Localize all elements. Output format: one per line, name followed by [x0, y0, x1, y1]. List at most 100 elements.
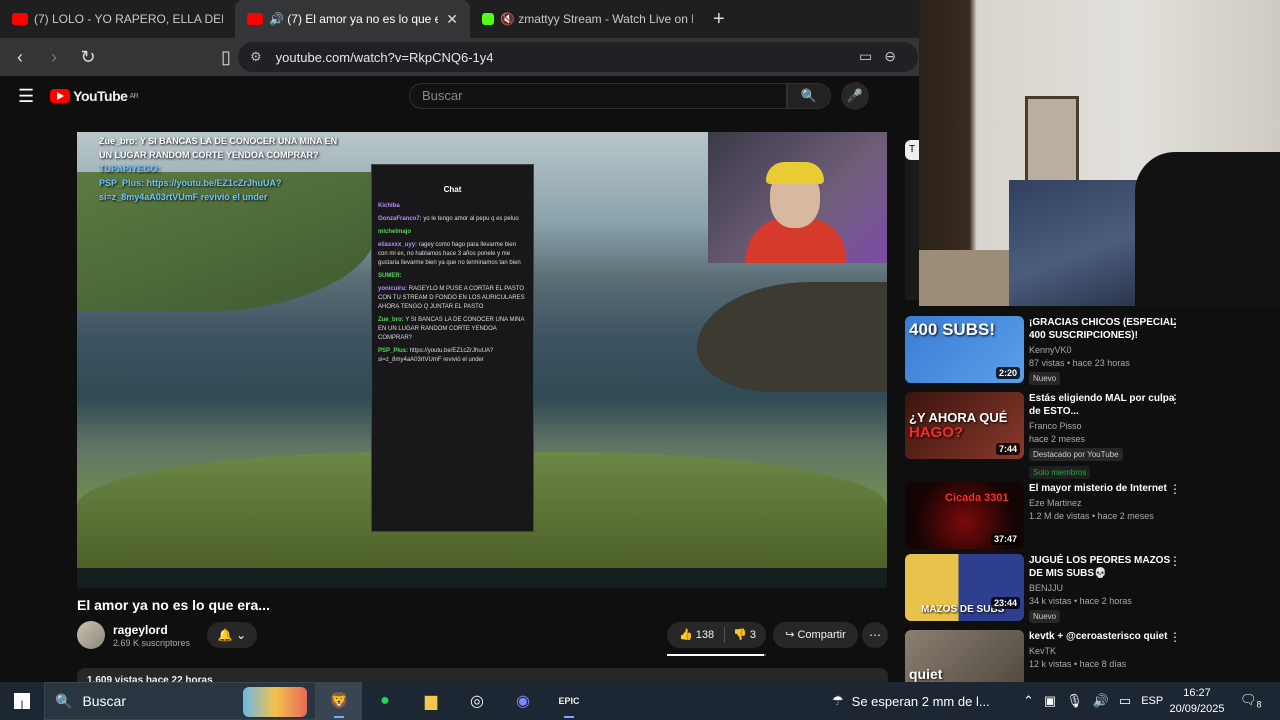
- bookmark-icon[interactable]: ▯: [212, 47, 240, 68]
- video-meta: hace 2 meses: [1029, 434, 1086, 444]
- duration-badge: 37:47: [990, 533, 1020, 545]
- browser-tab-1[interactable]: (7) LOLO - YO RAPERO, ELLA DELANT: [0, 0, 235, 38]
- chat-message: Kichiba: [378, 203, 400, 209]
- stream-taskbar: [77, 568, 887, 588]
- subscribed-bell-button[interactable]: 🔔 ⌄: [207, 622, 257, 648]
- clock[interactable]: 16:27 20/09/2025: [1164, 685, 1230, 717]
- channel-name[interactable]: KevTK: [1029, 646, 1184, 656]
- obs-icon[interactable]: ◎: [454, 682, 500, 720]
- chat-message: michelmajo: [378, 229, 412, 235]
- brave-browser-icon[interactable]: 🦁: [316, 682, 362, 720]
- site-info-icon[interactable]: ⚙: [250, 49, 262, 65]
- taskbar-search[interactable]: 🔍 Buscar: [44, 682, 316, 720]
- members-only-badge: Solo miembros: [1029, 466, 1091, 479]
- like-button[interactable]: 👍 138: [667, 627, 726, 643]
- channel-name[interactable]: BENJJU: [1029, 583, 1184, 593]
- video-thumbnail[interactable]: quiet: [905, 630, 1024, 682]
- mic-icon[interactable]: 🎙: [1066, 693, 1083, 709]
- discord-icon[interactable]: ◉: [500, 682, 546, 720]
- list-item[interactable]: Cicada 3301 37:47 El mayor misterio de I…: [905, 482, 1275, 550]
- featured-badge: Destacado por YouTube: [1029, 448, 1123, 461]
- weather-widget[interactable]: ☂ Se esperan 2 mm de l...: [832, 682, 990, 720]
- more-options-icon[interactable]: ⋮: [1169, 316, 1181, 330]
- browser-tab-3[interactable]: 🔇 zmattyy Stream - Watch Live on K: [470, 0, 705, 38]
- windows-taskbar: 🔍 Buscar 🦁 ● ▆ ◎ ◉ EPIC ☂ Se esperan 2 m…: [0, 682, 1280, 720]
- voice-search-button[interactable]: 🎤: [841, 82, 869, 110]
- more-options-icon[interactable]: ⋮: [1169, 482, 1181, 496]
- search-button[interactable]: 🔍: [787, 83, 831, 109]
- notification-icon[interactable]: 🗨8: [1240, 692, 1262, 710]
- chevron-up-icon[interactable]: ⌃: [1023, 693, 1034, 709]
- more-options-icon[interactable]: ⋮: [1169, 554, 1181, 568]
- close-tab-icon[interactable]: ✕: [446, 11, 458, 28]
- menu-icon[interactable]: ☰: [18, 86, 34, 107]
- channel-name[interactable]: Franco Pisso: [1029, 421, 1184, 431]
- video-meta: 34 k vistas • hace 2 horas: [1029, 596, 1132, 606]
- list-item[interactable]: 400 SUBS! 2:20 ¡GRACIAS CHICOS (ESPECIAL…: [905, 316, 1275, 385]
- language-indicator[interactable]: ESP: [1141, 695, 1163, 707]
- video-player[interactable]: Zue_bro: Y SI BANCAS LA DE CONOCER UNA M…: [77, 132, 887, 588]
- video-thumbnail[interactable]: Cicada 3301 37:47: [905, 482, 1024, 549]
- dislike-button[interactable]: 👎 3: [725, 627, 764, 643]
- spotify-icon[interactable]: ●: [362, 682, 408, 720]
- youtube-logo[interactable]: YouTube AR: [50, 88, 139, 104]
- chip[interactable]: T: [905, 140, 919, 160]
- channel-info: rageylord 2.69 K suscriptores: [77, 620, 190, 650]
- video-title: El amor ya no es lo que era...: [77, 597, 270, 613]
- more-options-icon[interactable]: ⋮: [1169, 630, 1181, 644]
- video-title[interactable]: JUGUÉ LOS PEORES MAZOS DE MIS SUBS💀: [1029, 554, 1184, 580]
- network-icon[interactable]: ▭: [1119, 693, 1131, 709]
- channel-name[interactable]: KennyVK0: [1029, 345, 1184, 355]
- video-thumbnail[interactable]: MAZOS DE SUBS 23:44: [905, 554, 1024, 621]
- volume-icon[interactable]: 🔊: [1093, 693, 1109, 709]
- chat-header: Chat: [443, 185, 462, 194]
- list-item[interactable]: quiet kevtk + @ceroasterisco quiet KevTK…: [905, 630, 1275, 682]
- avatar[interactable]: [77, 621, 105, 649]
- video-thumbnail[interactable]: ¿Y AHORA QUÉ HAGO? 7:44: [905, 392, 1024, 459]
- video-meta: 12 k vistas • hace 8 días: [1029, 659, 1127, 669]
- tab-label: (7) LOLO - YO RAPERO, ELLA DELANT: [34, 12, 223, 26]
- address-bar-actions: ▭⊖: [859, 48, 908, 64]
- list-item[interactable]: MAZOS DE SUBS 23:44 JUGUÉ LOS PEORES MAZ…: [905, 554, 1275, 623]
- browser-nav-bar: ‹ › ↻ ▯ ⚙ youtube.com/watch?v=RkpCNQ6-1y…: [0, 38, 920, 76]
- time: 16:27: [1183, 687, 1211, 699]
- chip-bar: T: [905, 140, 919, 300]
- video-scene: [697, 282, 887, 392]
- share-button[interactable]: ↪ Compartir: [773, 622, 858, 648]
- reload-icon[interactable]: ↻: [74, 47, 102, 68]
- stream-chat-window: Chat Kichiba GonzaFranco7: yo le tengo a…: [371, 164, 534, 532]
- more-actions-button[interactable]: ⋯: [862, 622, 888, 648]
- video-title[interactable]: El mayor misterio de Internet: [1029, 482, 1184, 495]
- video-title[interactable]: Estás eligiendo MAL por culpa de ESTO...: [1029, 392, 1184, 418]
- file-explorer-icon[interactable]: ▆: [408, 682, 454, 720]
- share-icon: ↪: [785, 629, 795, 641]
- back-icon[interactable]: ‹: [6, 47, 34, 68]
- browser-tab-2[interactable]: 🔊 (7) El amor ya no es lo que era ✕: [235, 0, 470, 38]
- video-title[interactable]: ¡GRACIAS CHICOS (ESPECIAL 400 SUSCRIPCIO…: [1029, 316, 1184, 342]
- url-text: youtube.com/watch?v=RkpCNQ6-1y4: [275, 49, 494, 65]
- bell-icon: 🔔: [217, 628, 233, 642]
- channel-name[interactable]: Eze Martinez: [1029, 498, 1184, 508]
- list-item[interactable]: ¿Y AHORA QUÉ HAGO? 7:44 Estás eligiendo …: [905, 392, 1275, 479]
- epic-games-icon[interactable]: EPIC: [546, 682, 592, 720]
- search-icon: 🔍: [800, 88, 818, 103]
- new-tab-button[interactable]: +: [713, 8, 725, 31]
- search-input[interactable]: Buscar: [409, 83, 787, 109]
- forward-icon[interactable]: ›: [40, 47, 68, 68]
- channel-name[interactable]: rageylord: [113, 623, 190, 637]
- description-box[interactable]: 1.609 vistas hace 22 horas: [77, 668, 888, 682]
- stream-chat-overlay: Zue_bro: Y SI BANCAS LA DE CONOCER UNA M…: [99, 134, 339, 204]
- like-ratio-fill: [667, 654, 765, 656]
- thumbs-down-icon: 👎: [733, 629, 747, 641]
- address-bar[interactable]: ⚙ youtube.com/watch?v=RkpCNQ6-1y4 ▭⊖: [238, 42, 918, 72]
- video-title[interactable]: kevtk + @ceroasterisco quiet: [1029, 630, 1184, 643]
- app-tray-icon[interactable]: ▣: [1044, 693, 1056, 709]
- video-thumbnail[interactable]: 400 SUBS! 2:20: [905, 316, 1024, 383]
- youtube-icon: [247, 13, 263, 25]
- overlay-line: TUPAPIYEGO:: [99, 164, 161, 174]
- thumbs-up-icon: 👍: [679, 629, 693, 641]
- logo-text: YouTube: [73, 88, 128, 104]
- start-button[interactable]: [0, 682, 44, 720]
- more-options-icon[interactable]: ⋮: [1169, 392, 1181, 406]
- like-dislike-group: 👍 138 👎 3: [667, 622, 766, 648]
